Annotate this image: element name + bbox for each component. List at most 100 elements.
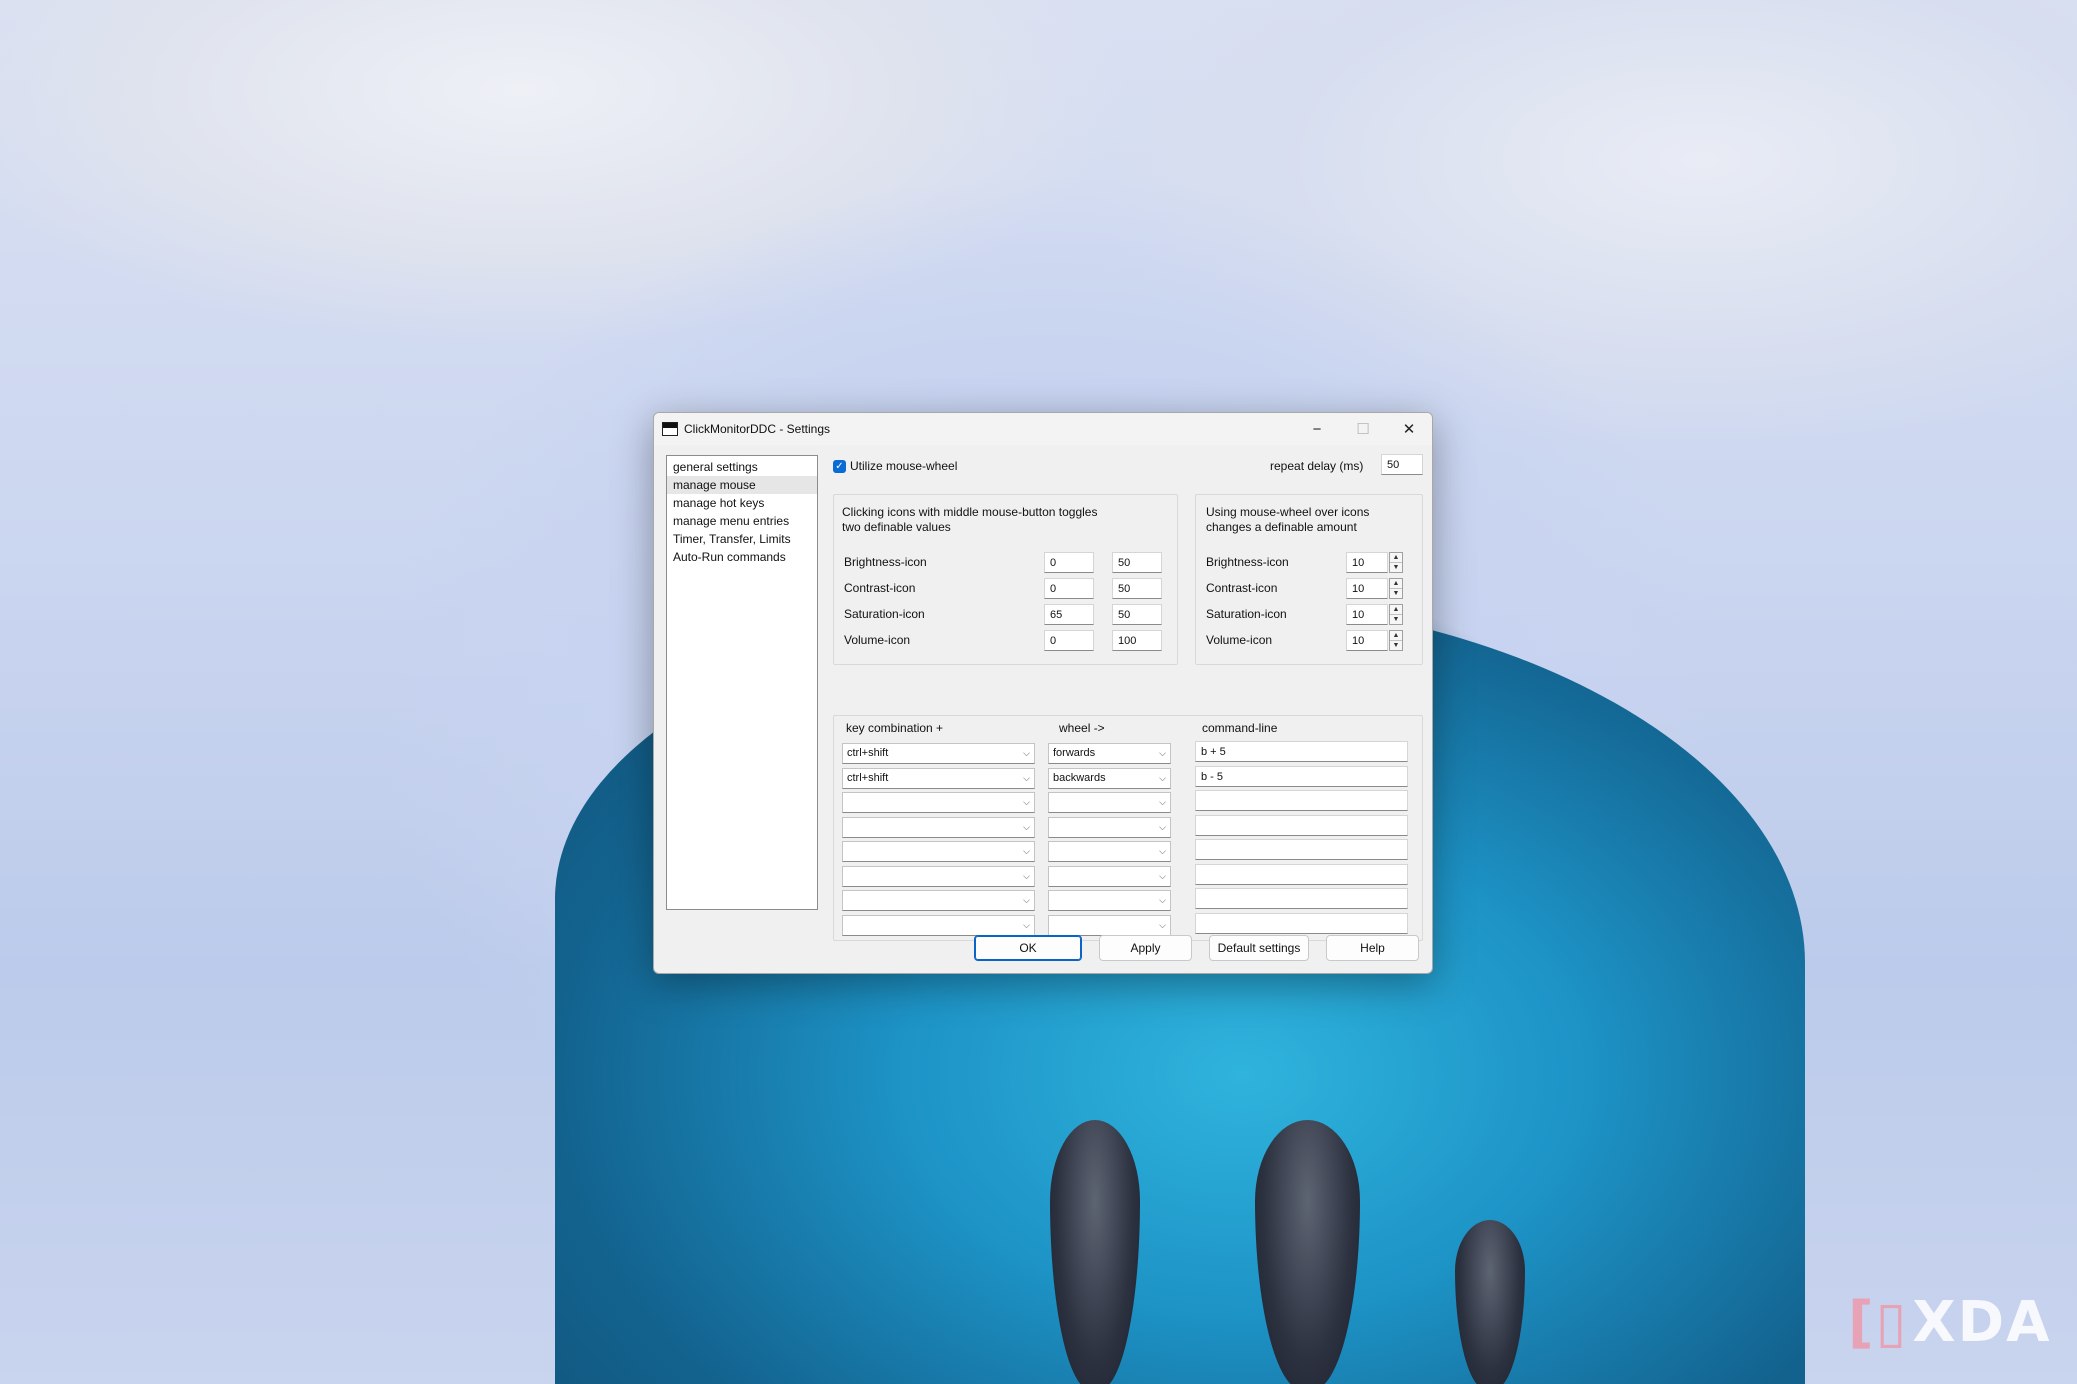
key-combination-value: ctrl+shift — [847, 771, 889, 784]
chevron-down-icon: ⌵ — [1159, 772, 1166, 783]
wheel-direction-select[interactable]: backwards ⌵ — [1048, 767, 1171, 789]
wheel-amount-spinner[interactable]: ▲ ▼ — [1389, 630, 1403, 651]
maximize-button[interactable]: ☐ — [1340, 413, 1386, 445]
middle-row-label: Saturation-icon — [844, 607, 925, 621]
key-combination-select[interactable]: ⌵ — [842, 914, 1035, 936]
wheel-amount-input[interactable]: 10 — [1346, 630, 1388, 651]
utilize-mouse-wheel-checkbox[interactable]: ✓ — [833, 459, 846, 473]
nav-item-manage-menu-entries[interactable]: manage menu entries — [667, 512, 817, 530]
middle-button-desc-line2: two definable values — [842, 520, 951, 534]
middle-value2-input[interactable]: 50 — [1112, 552, 1162, 573]
key-combination-select[interactable]: ⌵ — [842, 816, 1035, 838]
spin-up-icon[interactable]: ▲ — [1390, 631, 1402, 641]
spin-up-icon[interactable]: ▲ — [1390, 553, 1402, 563]
command-line-input[interactable] — [1195, 863, 1408, 885]
nav-item-timer-transfer-limits[interactable]: Timer, Transfer, Limits — [667, 530, 817, 548]
middle-button-group: Clicking icons with middle mouse-button … — [833, 494, 1178, 665]
chevron-down-icon: ⌵ — [1159, 821, 1166, 832]
chevron-down-icon: ⌵ — [1159, 895, 1166, 905]
command-line-input[interactable] — [1195, 790, 1408, 811]
spin-up-icon[interactable]: ▲ — [1390, 605, 1402, 615]
settings-nav-list[interactable]: general settings manage mouse manage hot k… — [666, 455, 818, 910]
middle-row-label: Brightness-icon — [844, 555, 927, 569]
command-line-input[interactable] — [1195, 912, 1408, 934]
command-line-input[interactable] — [1195, 814, 1408, 836]
key-combination-value: ctrl+shift — [847, 747, 889, 759]
wheel-row-label: Saturation-icon — [1206, 607, 1287, 621]
wheel-direction-select[interactable]: forwards ⌵ — [1048, 743, 1171, 764]
middle-value1-input[interactable]: 0 — [1044, 630, 1094, 651]
repeat-delay-input[interactable]: 50 — [1381, 454, 1423, 475]
settings-dialog: ClickMonitorDDC - Settings − ☐ ✕ general… — [653, 412, 1433, 974]
spin-down-icon[interactable]: ▼ — [1390, 641, 1402, 651]
wheel-direction-select[interactable]: ⌵ — [1048, 865, 1171, 887]
wheel-direction-select[interactable]: ⌵ — [1048, 792, 1171, 813]
spin-down-icon[interactable]: ▼ — [1390, 615, 1402, 625]
wheel-direction-select[interactable]: ⌵ — [1048, 841, 1171, 862]
wheel-row-label: Brightness-icon — [1206, 555, 1289, 569]
minimize-button[interactable]: − — [1294, 413, 1340, 445]
wheel-amount-input[interactable]: 10 — [1346, 604, 1388, 625]
chevron-down-icon: ⌵ — [1159, 846, 1166, 856]
default-settings-button[interactable]: Default settings — [1209, 935, 1309, 961]
utilize-mouse-wheel-row[interactable]: ✓ Utilize mouse-wheel — [833, 459, 957, 473]
wheel-direction-select[interactable]: ⌵ — [1048, 914, 1171, 936]
wheel-amount-input[interactable]: 10 — [1346, 552, 1388, 573]
wheel-amount-input[interactable]: 10 — [1346, 578, 1388, 599]
wheel-direction-value: forwards — [1053, 747, 1096, 759]
title-bar[interactable]: ClickMonitorDDC - Settings − ☐ ✕ — [654, 413, 1432, 445]
wheel-direction-select[interactable]: ⌵ — [1048, 816, 1171, 838]
xda-watermark-logo: [▯ XDA — [1848, 1289, 2049, 1355]
app-monitor-icon — [662, 422, 678, 436]
wheel-amount-group: Using mouse-wheel over icons changes a d… — [1195, 494, 1423, 665]
chevron-down-icon: ⌵ — [1159, 870, 1166, 881]
command-line-input[interactable] — [1195, 888, 1408, 909]
wallpaper-whale-3 — [1455, 1220, 1525, 1384]
command-line-input[interactable]: b - 5 — [1195, 765, 1408, 787]
chevron-down-icon: ⌵ — [1023, 870, 1030, 881]
nav-item-auto-run-commands[interactable]: Auto-Run commands — [667, 548, 817, 566]
wheel-amount-spinner[interactable]: ▲ ▼ — [1389, 604, 1403, 625]
command-line-input[interactable]: b + 5 — [1195, 741, 1408, 762]
wheel-amount-spinner[interactable]: ▲ ▼ — [1389, 578, 1403, 599]
command-line-header: command-line — [1202, 721, 1278, 735]
middle-value1-input[interactable]: 65 — [1044, 604, 1094, 625]
nav-item-manage-hot-keys[interactable]: manage hot keys — [667, 494, 817, 512]
key-combination-select[interactable]: ctrl+shift ⌵ — [842, 743, 1035, 764]
wheel-direction-header: wheel -> — [1059, 721, 1105, 735]
command-line-input[interactable] — [1195, 839, 1408, 860]
nav-item-manage-mouse[interactable]: manage mouse — [667, 476, 817, 494]
utilize-mouse-wheel-label: Utilize mouse-wheel — [850, 459, 958, 473]
chevron-down-icon: ⌵ — [1023, 895, 1030, 905]
spin-up-icon[interactable]: ▲ — [1390, 579, 1402, 589]
close-button[interactable]: ✕ — [1386, 413, 1432, 445]
help-button[interactable]: Help — [1326, 935, 1419, 961]
wheel-row-label: Contrast-icon — [1206, 581, 1278, 595]
middle-row-label: Contrast-icon — [844, 581, 916, 595]
wheel-row-label: Volume-icon — [1206, 633, 1273, 647]
key-combination-select[interactable]: ⌵ — [842, 865, 1035, 887]
key-combination-select[interactable]: ⌵ — [842, 792, 1035, 813]
wheel-amount-spinner[interactable]: ▲ ▼ — [1389, 552, 1403, 573]
chevron-down-icon: ⌵ — [1023, 797, 1030, 807]
middle-value1-input[interactable]: 0 — [1044, 552, 1094, 573]
middle-value2-input[interactable]: 100 — [1112, 630, 1162, 651]
spin-down-icon[interactable]: ▼ — [1390, 589, 1402, 599]
key-combination-select[interactable]: ⌵ — [842, 890, 1035, 911]
ok-button[interactable]: OK — [974, 935, 1082, 961]
chevron-down-icon: ⌵ — [1023, 846, 1030, 856]
wheel-amount-desc-line1: Using mouse-wheel over icons — [1206, 505, 1370, 519]
middle-value2-input[interactable]: 50 — [1112, 578, 1162, 599]
nav-item-general-settings[interactable]: general settings — [667, 458, 817, 476]
xda-logo-bracket-icon: [▯ — [1848, 1289, 1909, 1355]
wheel-direction-select[interactable]: ⌵ — [1048, 890, 1171, 911]
chevron-down-icon: ⌵ — [1159, 797, 1166, 807]
apply-button[interactable]: Apply — [1099, 935, 1192, 961]
chevron-down-icon: ⌵ — [1023, 821, 1030, 832]
key-combination-select[interactable]: ⌵ — [842, 841, 1035, 862]
spin-down-icon[interactable]: ▼ — [1390, 563, 1402, 573]
chevron-down-icon: ⌵ — [1159, 919, 1166, 930]
middle-value2-input[interactable]: 50 — [1112, 604, 1162, 625]
middle-value1-input[interactable]: 0 — [1044, 578, 1094, 599]
key-combination-select[interactable]: ctrl+shift ⌵ — [842, 767, 1035, 789]
